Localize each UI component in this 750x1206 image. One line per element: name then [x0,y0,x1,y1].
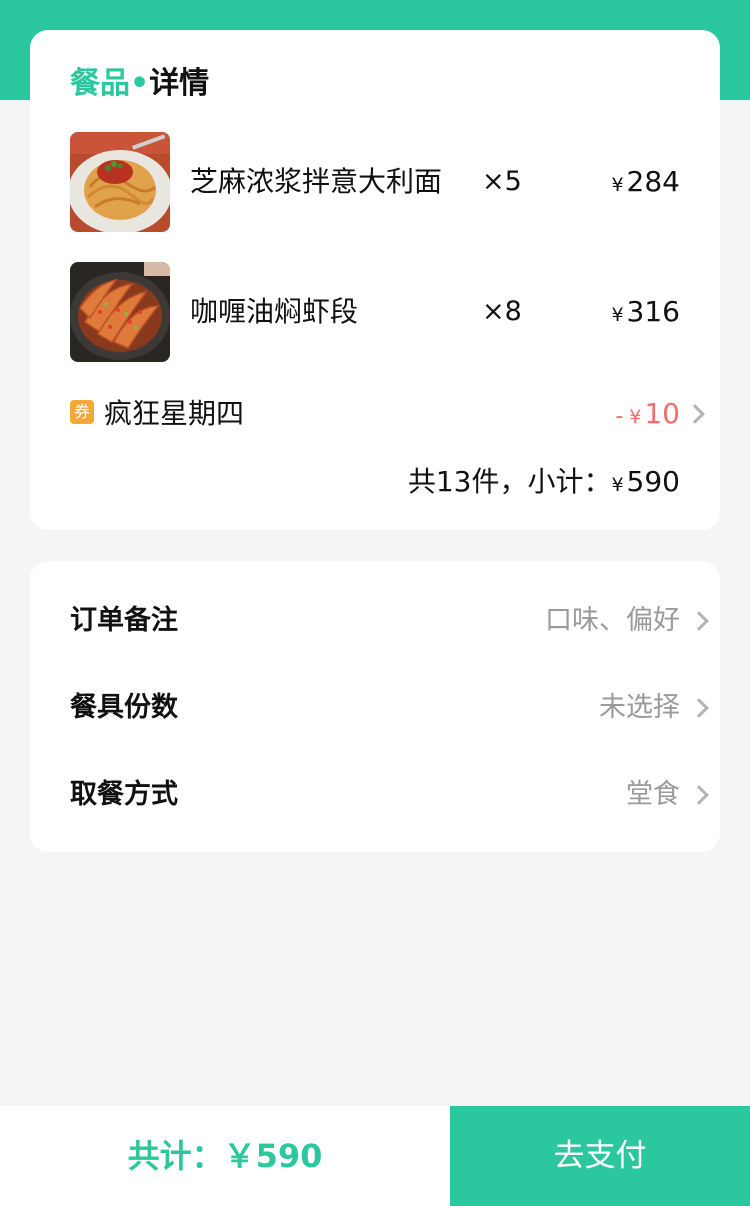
order-detail-card: 餐品•详情 芝麻浓浆拌意大利面 ×5 ¥284 咖喱油焖虾段 ×8 ¥ 316 … [30,30,720,530]
chevron-right-icon [689,698,709,718]
option-pickup-method[interactable]: 取餐方式 堂食 [70,765,710,825]
section-title: 餐品•详情 [70,66,210,101]
option-value: 未选择 [599,692,680,723]
pay-button[interactable]: 去支付 [450,1106,750,1206]
item-quantity: ×5 [482,166,522,197]
total-amount: 共计：￥590 [127,1137,323,1175]
checkout-bar: 共计：￥590 去支付 [0,1106,750,1206]
item-quantity: ×8 [482,296,522,327]
coupon-discount: - ¥10 [615,397,680,430]
chevron-right-icon [689,611,709,631]
order-item[interactable]: 咖喱油焖虾段 ×8 ¥316 [70,262,680,362]
order-item[interactable]: 芝麻浓浆拌意大利面 ×5 ¥284 [70,132,680,232]
coupon-name: 疯狂星期四 [104,397,245,430]
chevron-right-icon [685,404,705,424]
option-value: 口味、偏好 [545,605,680,636]
item-name: 咖喱油焖虾段 [190,295,359,328]
chevron-right-icon [689,785,709,805]
subtotal: 共13件，小计：¥ 590 [407,465,680,498]
shrimp-image [70,262,170,362]
option-tableware-count[interactable]: 餐具份数 未选择 [70,678,710,738]
option-label: 餐具份数 [70,692,178,723]
option-value: 堂食 [626,779,680,810]
coupon-row[interactable]: 券 疯狂星期四 - ¥10 [70,394,708,434]
coupon-icon: 券 [70,400,94,424]
option-order-notes[interactable]: 订单备注 口味、偏好 [70,591,710,651]
option-label: 取餐方式 [70,779,178,810]
order-options-card: 订单备注 口味、偏好 餐具份数 未选择 取餐方式 堂食 [30,561,720,852]
spaghetti-image [70,132,170,232]
item-price: ¥316 [611,295,680,328]
item-name: 芝麻浓浆拌意大利面 [190,165,443,198]
item-price: ¥284 [611,165,680,198]
option-label: 订单备注 [70,605,178,636]
